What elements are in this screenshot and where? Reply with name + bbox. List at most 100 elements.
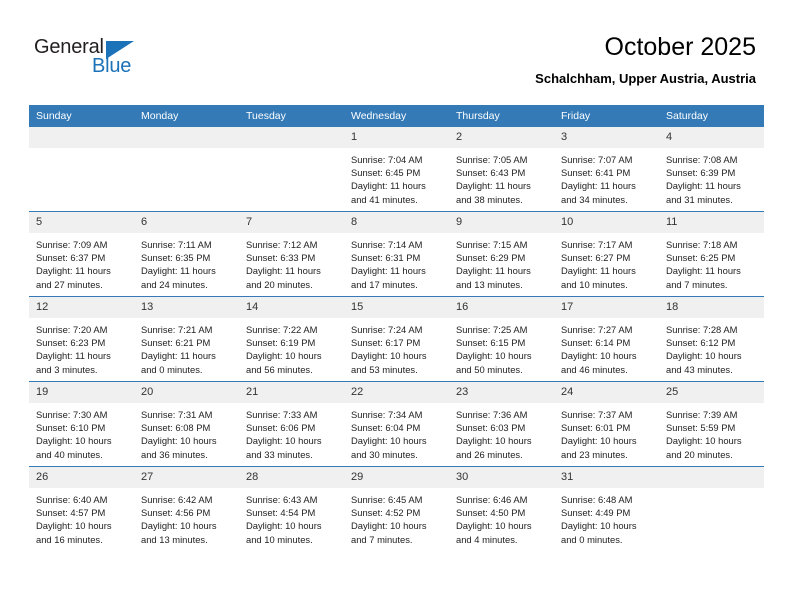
day-details: Sunrise: 7:25 AM Sunset: 6:15 PM Daylight:… bbox=[449, 318, 554, 376]
day-details: Sunrise: 6:46 AM Sunset: 4:50 PM Daylight:… bbox=[449, 488, 554, 546]
calendar-day-cell[interactable]: 28 Sunrise: 6:43 AM Sunset: 4:54 PM Dayligh… bbox=[239, 466, 344, 551]
day-number bbox=[239, 127, 344, 148]
sunset-text: Sunset: 6:14 PM bbox=[561, 337, 631, 349]
calendar-day-cell[interactable]: 23 Sunrise: 7:36 AM Sunset: 6:03 PM Dayligh… bbox=[449, 381, 554, 467]
day-details: Sunrise: 6:45 AM Sunset: 4:52 PM Daylight:… bbox=[344, 488, 449, 546]
daylight-text: Daylight: 10 hours and 50 minutes. bbox=[456, 350, 532, 375]
day-details: Sunrise: 7:20 AM Sunset: 6:23 PM Daylight:… bbox=[29, 318, 134, 376]
calendar-day-cell[interactable]: 24 Sunrise: 7:37 AM Sunset: 6:01 PM Dayligh… bbox=[554, 381, 659, 467]
daylight-text: Daylight: 10 hours and 36 minutes. bbox=[141, 435, 217, 460]
sunrise-text: Sunrise: 7:05 AM bbox=[456, 154, 528, 165]
calendar-day-cell[interactable]: 1 Sunrise: 7:04 AM Sunset: 6:45 PM Daylight… bbox=[344, 127, 449, 212]
calendar-week-row: 5 Sunrise: 7:09 AM Sunset: 6:37 PM Daylight… bbox=[29, 211, 764, 297]
sunrise-text: Sunrise: 7:27 AM bbox=[561, 324, 633, 335]
calendar-day-cell[interactable]: 19 Sunrise: 7:30 AM Sunset: 6:10 PM Dayligh… bbox=[29, 381, 134, 467]
sunset-text: Sunset: 4:52 PM bbox=[351, 507, 421, 519]
calendar-day-cell[interactable]: 12 Sunrise: 7:20 AM Sunset: 6:23 PM Dayligh… bbox=[29, 296, 134, 382]
calendar-day-cell[interactable]: 18 Sunrise: 7:28 AM Sunset: 6:12 PM Dayligh… bbox=[659, 296, 764, 382]
day-details: Sunrise: 7:14 AM Sunset: 6:31 PM Daylight:… bbox=[344, 233, 449, 291]
calendar-day-cell[interactable]: 7 Sunrise: 7:12 AM Sunset: 6:33 PM Daylight… bbox=[239, 211, 344, 297]
calendar-day-cell[interactable]: 10 Sunrise: 7:17 AM Sunset: 6:27 PM Dayligh… bbox=[554, 211, 659, 297]
weekday-friday: Friday bbox=[554, 105, 659, 127]
day-details: Sunrise: 6:42 AM Sunset: 4:56 PM Daylight:… bbox=[134, 488, 239, 546]
day-number: 7 bbox=[239, 212, 344, 233]
calendar-day-cell[interactable]: 20 Sunrise: 7:31 AM Sunset: 6:08 PM Dayligh… bbox=[134, 381, 239, 467]
calendar-day-cell[interactable]: 3 Sunrise: 7:07 AM Sunset: 6:41 PM Daylight… bbox=[554, 127, 659, 212]
sunset-text: Sunset: 5:59 PM bbox=[666, 422, 736, 434]
calendar-day-cell[interactable]: 27 Sunrise: 6:42 AM Sunset: 4:56 PM Dayligh… bbox=[134, 466, 239, 551]
calendar-day-cell[interactable]: 13 Sunrise: 7:21 AM Sunset: 6:21 PM Dayligh… bbox=[134, 296, 239, 382]
sunset-text: Sunset: 6:43 PM bbox=[456, 167, 526, 179]
page-title: October 2025 bbox=[604, 33, 757, 61]
calendar-day-cell[interactable]: 2 Sunrise: 7:05 AM Sunset: 6:43 PM Daylight… bbox=[449, 127, 554, 212]
weekday-sunday: Sunday bbox=[29, 105, 134, 127]
calendar-header-row: Sunday Monday Tuesday Wednesday Thursday… bbox=[29, 105, 764, 127]
day-details: Sunrise: 7:31 AM Sunset: 6:08 PM Daylight:… bbox=[134, 403, 239, 461]
day-number: 10 bbox=[554, 212, 659, 233]
sunset-text: Sunset: 6:17 PM bbox=[351, 337, 421, 349]
calendar-day-cell[interactable]: 8 Sunrise: 7:14 AM Sunset: 6:31 PM Daylight… bbox=[344, 211, 449, 297]
sunset-text: Sunset: 6:33 PM bbox=[246, 252, 316, 264]
sunrise-text: Sunrise: 7:22 AM bbox=[246, 324, 318, 335]
calendar-day-cell[interactable]: 4 Sunrise: 7:08 AM Sunset: 6:39 PM Daylight… bbox=[659, 127, 764, 212]
calendar-week-row: 19 Sunrise: 7:30 AM Sunset: 6:10 PM Dayligh… bbox=[29, 381, 764, 467]
sunset-text: Sunset: 6:25 PM bbox=[666, 252, 736, 264]
calendar-grid: Sunday Monday Tuesday Wednesday Thursday… bbox=[29, 105, 764, 551]
sunrise-text: Sunrise: 7:07 AM bbox=[561, 154, 633, 165]
weekday-thursday: Thursday bbox=[449, 105, 554, 127]
sunrise-text: Sunrise: 7:34 AM bbox=[351, 409, 423, 420]
day-details: Sunrise: 7:08 AM Sunset: 6:39 PM Daylight:… bbox=[659, 148, 764, 206]
calendar-day-cell[interactable]: 25 Sunrise: 7:39 AM Sunset: 5:59 PM Dayligh… bbox=[659, 381, 764, 467]
sunrise-text: Sunrise: 7:08 AM bbox=[666, 154, 738, 165]
sunset-text: Sunset: 6:12 PM bbox=[666, 337, 736, 349]
day-number: 27 bbox=[134, 467, 239, 488]
calendar-day-cell-empty bbox=[239, 127, 344, 212]
day-number bbox=[134, 127, 239, 148]
day-number: 21 bbox=[239, 382, 344, 403]
daylight-text: Daylight: 10 hours and 16 minutes. bbox=[36, 520, 112, 545]
calendar-day-cell[interactable]: 21 Sunrise: 7:33 AM Sunset: 6:06 PM Dayligh… bbox=[239, 381, 344, 467]
calendar-day-cell[interactable]: 15 Sunrise: 7:24 AM Sunset: 6:17 PM Dayligh… bbox=[344, 296, 449, 382]
calendar-day-cell[interactable]: 6 Sunrise: 7:11 AM Sunset: 6:35 PM Daylight… bbox=[134, 211, 239, 297]
daylight-text: Daylight: 10 hours and 46 minutes. bbox=[561, 350, 637, 375]
calendar-day-cell[interactable]: 16 Sunrise: 7:25 AM Sunset: 6:15 PM Dayligh… bbox=[449, 296, 554, 382]
calendar-page: General Blue October 2025 Schalchham, Up… bbox=[0, 0, 792, 612]
day-number: 18 bbox=[659, 297, 764, 318]
sunrise-text: Sunrise: 7:18 AM bbox=[666, 239, 738, 250]
day-number: 17 bbox=[554, 297, 659, 318]
daylight-text: Daylight: 11 hours and 34 minutes. bbox=[561, 180, 636, 205]
day-number: 13 bbox=[134, 297, 239, 318]
calendar-day-cell[interactable]: 22 Sunrise: 7:34 AM Sunset: 6:04 PM Dayligh… bbox=[344, 381, 449, 467]
sunset-text: Sunset: 6:10 PM bbox=[36, 422, 106, 434]
daylight-text: Daylight: 11 hours and 7 minutes. bbox=[666, 265, 741, 290]
sunset-text: Sunset: 4:49 PM bbox=[561, 507, 631, 519]
day-details: Sunrise: 7:36 AM Sunset: 6:03 PM Daylight:… bbox=[449, 403, 554, 461]
sunrise-text: Sunrise: 7:24 AM bbox=[351, 324, 423, 335]
calendar-day-cell[interactable]: 30 Sunrise: 6:46 AM Sunset: 4:50 PM Dayligh… bbox=[449, 466, 554, 551]
daylight-text: Daylight: 11 hours and 20 minutes. bbox=[246, 265, 321, 290]
day-details: Sunrise: 7:34 AM Sunset: 6:04 PM Daylight:… bbox=[344, 403, 449, 461]
calendar-day-cell[interactable]: 26 Sunrise: 6:40 AM Sunset: 4:57 PM Dayligh… bbox=[29, 466, 134, 551]
day-number: 29 bbox=[344, 467, 449, 488]
calendar-day-cell[interactable]: 11 Sunrise: 7:18 AM Sunset: 6:25 PM Dayligh… bbox=[659, 211, 764, 297]
calendar-day-cell[interactable]: 29 Sunrise: 6:45 AM Sunset: 4:52 PM Dayligh… bbox=[344, 466, 449, 551]
logo-text-blue: Blue bbox=[92, 55, 132, 77]
calendar-day-cell[interactable]: 31 Sunrise: 6:48 AM Sunset: 4:49 PM Dayligh… bbox=[554, 466, 659, 551]
calendar-day-cell[interactable]: 17 Sunrise: 7:27 AM Sunset: 6:14 PM Dayligh… bbox=[554, 296, 659, 382]
sunrise-text: Sunrise: 6:43 AM bbox=[246, 494, 318, 505]
sunrise-text: Sunrise: 6:45 AM bbox=[351, 494, 423, 505]
calendar-day-cell[interactable]: 5 Sunrise: 7:09 AM Sunset: 6:37 PM Daylight… bbox=[29, 211, 134, 297]
calendar-day-cell[interactable]: 14 Sunrise: 7:22 AM Sunset: 6:19 PM Dayligh… bbox=[239, 296, 344, 382]
day-number: 2 bbox=[449, 127, 554, 148]
weekday-monday: Monday bbox=[134, 105, 239, 127]
calendar-day-cell-empty bbox=[134, 127, 239, 212]
calendar-day-cell[interactable]: 9 Sunrise: 7:15 AM Sunset: 6:29 PM Daylight… bbox=[449, 211, 554, 297]
sunrise-text: Sunrise: 7:17 AM bbox=[561, 239, 633, 250]
day-details: Sunrise: 7:33 AM Sunset: 6:06 PM Daylight:… bbox=[239, 403, 344, 461]
day-number: 8 bbox=[344, 212, 449, 233]
general-blue-logo[interactable]: General Blue bbox=[34, 36, 154, 82]
day-number: 22 bbox=[344, 382, 449, 403]
day-details: Sunrise: 7:24 AM Sunset: 6:17 PM Daylight:… bbox=[344, 318, 449, 376]
daylight-text: Daylight: 11 hours and 41 minutes. bbox=[351, 180, 426, 205]
daylight-text: Daylight: 11 hours and 0 minutes. bbox=[141, 350, 216, 375]
